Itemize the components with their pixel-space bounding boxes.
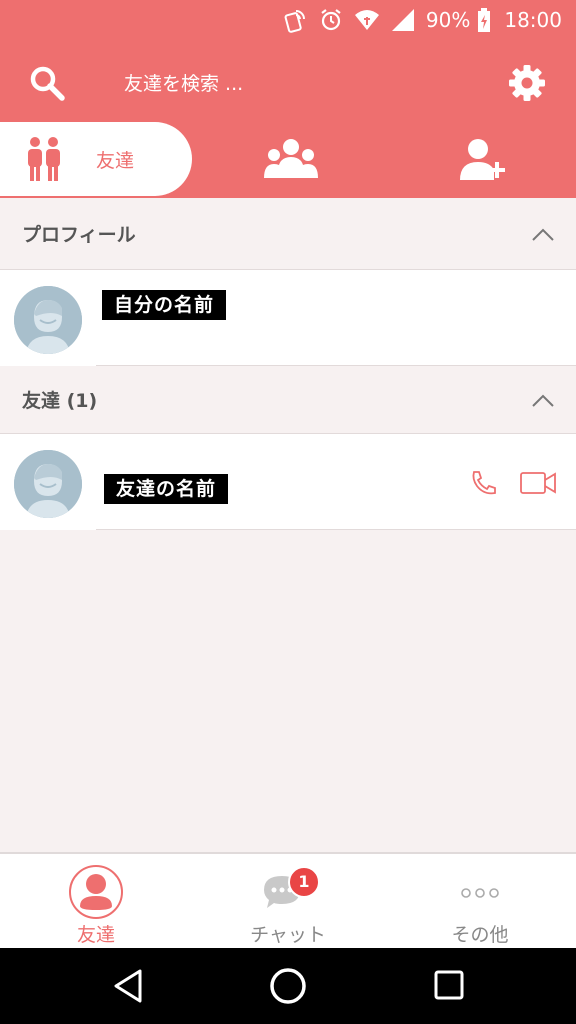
search-icon[interactable]	[28, 64, 66, 102]
nav-chat-label: チャット	[250, 924, 326, 946]
my-name: 自分の名前	[102, 290, 227, 320]
chat-badge: 1	[288, 866, 320, 898]
friends-section-header[interactable]: 友達 (1)	[0, 366, 576, 434]
nav-friends-label: 友達	[76, 924, 115, 946]
friend-name: 友達の名前	[104, 474, 229, 504]
battery-percent: 90%	[425, 8, 471, 32]
profile-section-title: プロフィール	[22, 224, 136, 246]
search-input[interactable]	[124, 68, 454, 100]
nav-chat[interactable]: 1 チャット	[192, 854, 384, 950]
wifi-icon	[354, 7, 380, 33]
avatar	[14, 450, 82, 518]
friends-section-title: 友達 (1)	[22, 390, 98, 412]
bottom-navigation: 友達 1 チャット その他	[0, 852, 576, 948]
nav-more-label: その他	[451, 924, 509, 946]
tab-bar: 友達	[0, 122, 576, 198]
gear-icon[interactable]	[508, 64, 546, 102]
phone-icon[interactable]	[470, 470, 498, 496]
clock: 18:00	[504, 8, 562, 32]
app-header: 友達	[0, 40, 576, 198]
friends-icon	[24, 135, 64, 183]
profile-section-header[interactable]: プロフィール	[0, 198, 576, 270]
avatar	[14, 286, 82, 354]
video-call-icon[interactable]	[520, 472, 556, 494]
home-icon[interactable]	[268, 966, 308, 1006]
chevron-up-icon[interactable]	[532, 392, 554, 407]
nav-friends[interactable]: 友達	[0, 854, 192, 950]
nfc-icon	[282, 7, 308, 33]
friend-row[interactable]: 友達の名前	[0, 434, 576, 530]
search-bar	[0, 40, 576, 122]
system-nav-bar	[0, 948, 576, 1024]
chevron-up-icon[interactable]	[532, 226, 554, 241]
profile-row[interactable]: 自分の名前	[0, 270, 576, 366]
back-icon[interactable]	[112, 968, 144, 1004]
status-bar: 90% 18:00	[0, 0, 576, 40]
divider	[96, 529, 576, 530]
recents-icon[interactable]	[434, 970, 464, 1000]
nav-more[interactable]: その他	[384, 854, 576, 950]
tab-friends-label: 友達	[96, 149, 135, 172]
tab-friends[interactable]: 友達	[0, 122, 192, 196]
tab-add-friend[interactable]	[460, 138, 506, 182]
signal-icon	[390, 7, 416, 33]
person-icon	[68, 864, 124, 920]
tab-groups[interactable]	[262, 138, 320, 182]
alarm-icon	[318, 7, 344, 33]
battery-icon	[476, 7, 492, 33]
more-dots-icon	[460, 884, 500, 898]
